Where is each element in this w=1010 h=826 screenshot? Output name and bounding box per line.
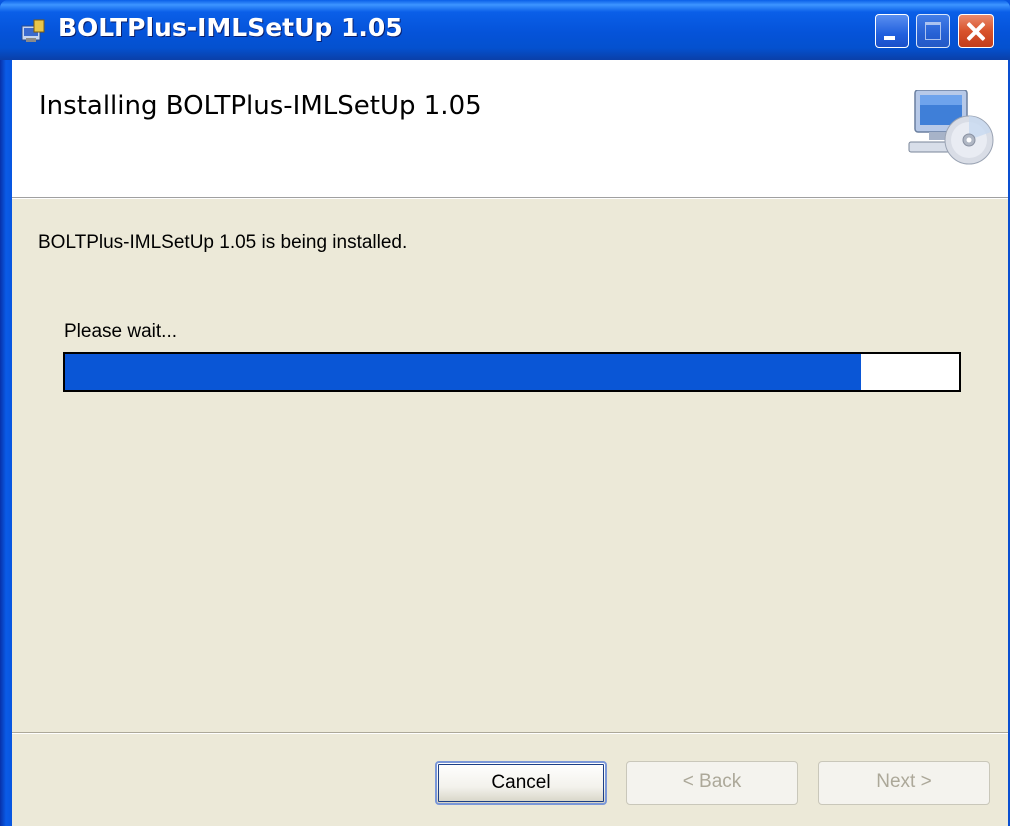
window-left-border xyxy=(0,60,12,826)
window-title: BOLTPlus-IMLSetUp 1.05 xyxy=(58,13,403,42)
page-title: Installing BOLTPlus-IMLSetUp 1.05 xyxy=(39,91,482,121)
maximize-button[interactable] xyxy=(916,14,950,48)
divider xyxy=(12,732,1008,734)
installer-window: BOLTPlus-IMLSetUp 1.05 Installing BOLTPl… xyxy=(0,0,1010,826)
minimize-button[interactable] xyxy=(875,14,909,48)
cancel-button[interactable]: Cancel xyxy=(435,761,607,805)
progress-label: Please wait... xyxy=(64,321,177,342)
installer-icon xyxy=(21,19,45,42)
progress-fill xyxy=(65,354,861,390)
close-button[interactable] xyxy=(958,14,994,48)
next-button[interactable]: Next > xyxy=(818,761,990,805)
back-button[interactable]: < Back xyxy=(626,761,798,805)
content-area: BOLTPlus-IMLSetUp 1.05 is being installe… xyxy=(12,198,1008,826)
header-banner: Installing BOLTPlus-IMLSetUp 1.05 xyxy=(12,60,1008,198)
computer-cd-icon xyxy=(908,90,994,165)
progress-bar xyxy=(63,352,961,392)
status-message: BOLTPlus-IMLSetUp 1.05 is being installe… xyxy=(38,232,408,253)
title-bar[interactable]: BOLTPlus-IMLSetUp 1.05 xyxy=(0,0,1010,60)
